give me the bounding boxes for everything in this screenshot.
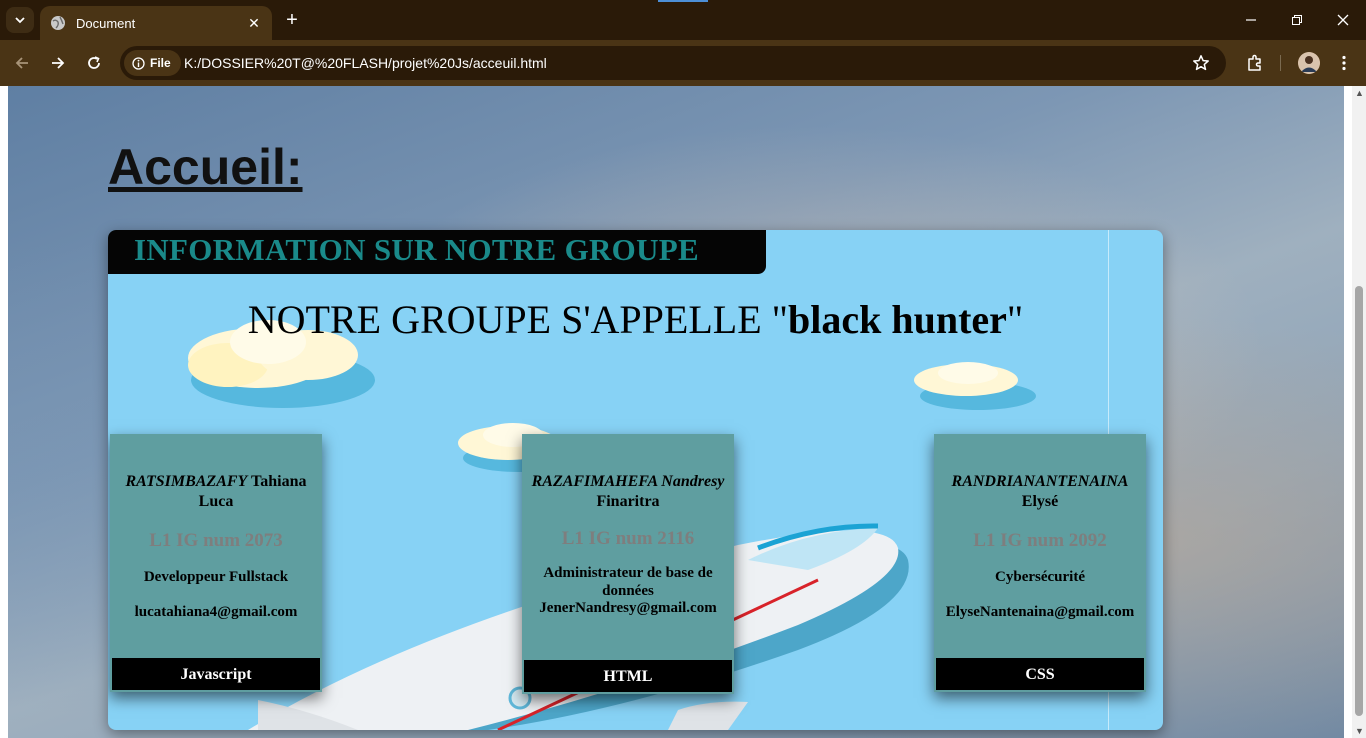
- group-info-panel: INFORMATION SUR NOTRE GROUPE NOTRE GROUP…: [108, 230, 1163, 730]
- member-last-name: RAZAFIMAHEFA Nandresy: [531, 473, 725, 490]
- site-info-chip[interactable]: File: [124, 50, 181, 76]
- member-last-name: RATSIMBAZAFY: [125, 473, 248, 490]
- member-number: L1 IG num 2073: [149, 530, 283, 551]
- globe-icon: [50, 15, 66, 31]
- scroll-up-arrow-icon[interactable]: ▲: [1355, 88, 1364, 98]
- scrollbar-thumb[interactable]: [1355, 286, 1363, 716]
- forward-button[interactable]: [46, 51, 70, 75]
- tab-title: Document: [76, 15, 136, 31]
- minimize-button[interactable]: [1228, 0, 1274, 40]
- member-email: JenerNandresy@gmail.com: [539, 600, 717, 616]
- star-icon: [1193, 55, 1209, 71]
- page-title: Accueil:: [108, 139, 303, 195]
- reload-icon: [88, 56, 100, 69]
- back-icon: [15, 57, 28, 69]
- member-card-1: RATSIMBAZAFY Tahiana Luca L1 IG num 2073…: [110, 434, 322, 692]
- banner-title: INFORMATION SUR NOTRE GROUPE: [134, 232, 699, 267]
- member-name: RANDRIANANTENAINA Elysé: [934, 472, 1146, 512]
- scroll-down-arrow-icon[interactable]: ▼: [1355, 726, 1364, 736]
- group-name-heading: NOTRE GROUPE S'APPELLE "black hunter": [108, 296, 1163, 343]
- info-icon: [132, 56, 145, 70]
- member-card-3: RANDRIANANTENAINA Elysé L1 IG num 2092 C…: [934, 434, 1146, 692]
- close-icon: [1337, 14, 1349, 26]
- member-language: Javascript: [112, 658, 320, 690]
- back-button[interactable]: [10, 51, 34, 75]
- group-name-suffix: ": [1006, 297, 1024, 342]
- url-text[interactable]: K:/DOSSIER%20T@%20FLASH/projet%20Js/acce…: [184, 46, 547, 80]
- address-bar[interactable]: File K:/DOSSIER%20T@%20FLASH/projet%20Js…: [120, 46, 1226, 80]
- member-last-name: RANDRIANANTENAINA: [951, 473, 1129, 490]
- member-language: HTML: [524, 660, 732, 692]
- browser-tab[interactable]: Document ✕: [40, 6, 272, 40]
- extensions-icon: [1248, 54, 1261, 71]
- minimize-icon: [1246, 19, 1256, 21]
- titlebar-accent: [658, 0, 708, 2]
- group-name: black hunter: [787, 297, 1007, 342]
- restore-button[interactable]: [1274, 0, 1320, 40]
- browser-toolbar: File K:/DOSSIER%20T@%20FLASH/projet%20Js…: [0, 40, 1366, 86]
- extensions-button[interactable]: [1243, 51, 1267, 75]
- close-window-button[interactable]: [1320, 0, 1366, 40]
- group-name-prefix: NOTRE GROUPE S'APPELLE ": [247, 297, 788, 342]
- reload-button[interactable]: [82, 51, 106, 75]
- menu-icon: [1342, 55, 1346, 71]
- member-number: L1 IG num 2092: [973, 530, 1107, 551]
- member-first-name: Elysé: [1021, 493, 1059, 510]
- close-tab-icon[interactable]: ✕: [242, 11, 266, 35]
- tab-search-button[interactable]: [6, 7, 34, 33]
- bookmark-star-button[interactable]: [1190, 52, 1212, 74]
- member-role: Developpeur Fullstack: [143, 569, 289, 585]
- member-card-2: RAZAFIMAHEFA Nandresy Finaritra L1 IG nu…: [522, 434, 734, 694]
- restore-icon: [1292, 15, 1302, 25]
- member-role: Administrateur de base de données: [543, 565, 713, 599]
- member-first-name: Finaritra: [596, 493, 660, 510]
- browser-menu-button[interactable]: [1332, 51, 1356, 75]
- forward-icon: [52, 57, 65, 69]
- group-banner: INFORMATION SUR NOTRE GROUPE: [108, 230, 766, 274]
- profile-avatar[interactable]: [1298, 52, 1320, 74]
- toolbar-separator: [1280, 55, 1281, 71]
- new-tab-button[interactable]: +: [280, 8, 304, 32]
- member-name: RAZAFIMAHEFA Nandresy Finaritra: [522, 472, 734, 512]
- chevron-down-icon: [15, 17, 25, 24]
- member-language: CSS: [936, 658, 1144, 690]
- member-email: lucatahiana4@gmail.com: [134, 604, 298, 620]
- browser-titlebar: Document ✕ +: [0, 0, 1366, 40]
- member-number: L1 IG num 2116: [561, 528, 695, 549]
- member-name: RATSIMBAZAFY Tahiana Luca: [110, 472, 322, 512]
- page-viewport: Accueil: INFORMATION SUR NOTRE GROUPE NO…: [0, 86, 1366, 738]
- member-role: Cybersécurité: [995, 569, 1085, 585]
- member-email: ElyseNantenaina@gmail.com: [945, 604, 1135, 620]
- file-chip-label: File: [150, 56, 171, 70]
- page-scrollbar[interactable]: ▲ ▼: [1352, 86, 1366, 738]
